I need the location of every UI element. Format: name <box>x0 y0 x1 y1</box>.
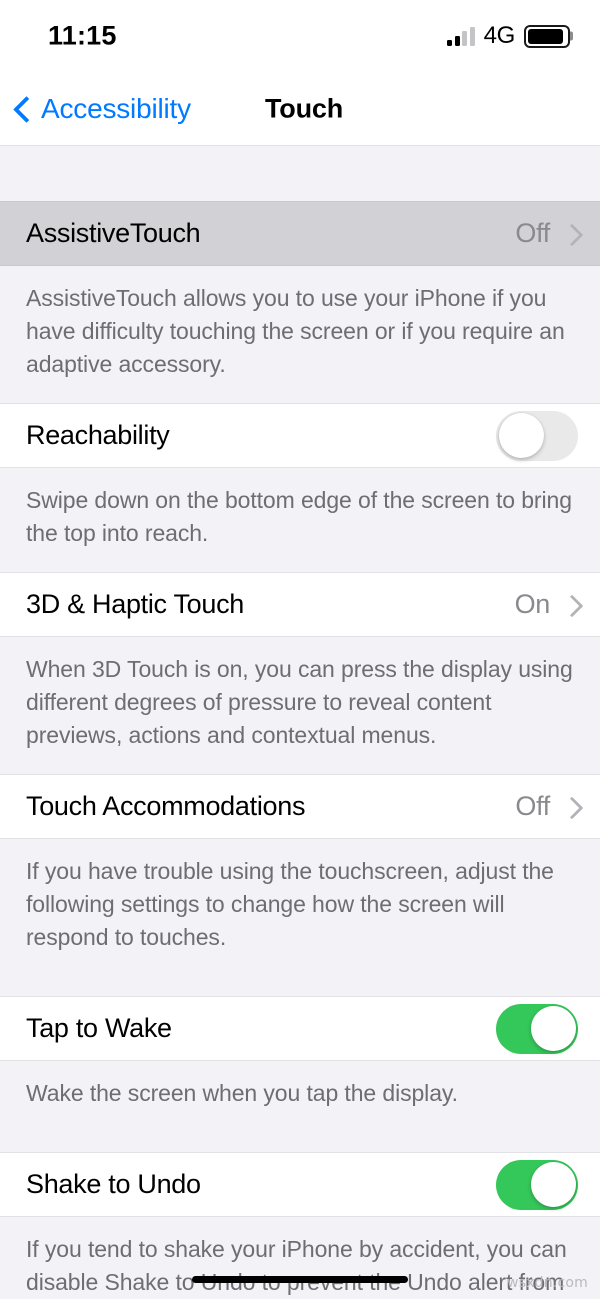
toggle-knob <box>530 1162 576 1207</box>
row-value: Off <box>515 218 550 248</box>
back-button[interactable]: Accessibility <box>14 93 191 125</box>
row-value: On <box>514 589 551 619</box>
status-bar: 11:15 4G <box>0 0 600 72</box>
setting-row-tap-to-wake[interactable]: Tap to Wake <box>0 996 600 1061</box>
row-title: AssistiveTouch <box>26 218 201 248</box>
tap-to-wake-toggle[interactable] <box>496 1003 578 1054</box>
reachability-toggle[interactable] <box>496 410 578 461</box>
footer-3d-haptic-touch: When 3D Touch is on, you can press the d… <box>0 637 600 774</box>
footer-reachability: Swipe down on the bottom edge of the scr… <box>0 468 600 572</box>
settings-list: AssistiveTouch Off AssistiveTouch allows… <box>0 146 600 1299</box>
navigation-bar: Accessibility Touch <box>0 72 600 146</box>
status-bar-indicators: 4G <box>447 22 573 50</box>
setting-row-shake-to-undo[interactable]: Shake to Undo <box>0 1152 600 1217</box>
chevron-right-icon <box>564 594 578 616</box>
watermark: wsxdn.com <box>507 1275 588 1291</box>
chevron-left-icon <box>14 94 32 124</box>
row-value: Off <box>515 791 550 821</box>
setting-row-reachability[interactable]: Reachability <box>0 403 600 468</box>
setting-row-touch-accommodations[interactable]: Touch Accommodations Off <box>0 774 600 839</box>
row-title: Touch Accommodations <box>26 791 306 821</box>
back-button-label: Accessibility <box>41 92 191 124</box>
battery-icon <box>524 24 573 48</box>
footer-assistivetouch: AssistiveTouch allows you to use your iP… <box>0 266 600 403</box>
row-title: Reachability <box>26 420 170 450</box>
chevron-right-icon <box>564 796 578 818</box>
signal-bars-icon <box>447 26 475 46</box>
row-title: Shake to Undo <box>26 1169 201 1199</box>
home-indicator[interactable] <box>192 1276 408 1283</box>
row-title: Tap to Wake <box>26 1013 172 1043</box>
shake-to-undo-toggle[interactable] <box>496 1159 578 1210</box>
toggle-knob <box>498 413 544 458</box>
footer-touch-accommodations: If you have trouble using the touchscree… <box>0 839 600 996</box>
list-top-spacer <box>0 146 600 201</box>
footer-tap-to-wake: Wake the screen when you tap the display… <box>0 1061 600 1152</box>
chevron-right-icon <box>564 223 578 245</box>
setting-row-assistivetouch[interactable]: AssistiveTouch Off <box>0 201 600 266</box>
iphone-settings-screen: 11:15 4G Accessibility Touch AssistiveTo… <box>0 0 600 1299</box>
page-title: Touch <box>265 93 343 123</box>
toggle-knob <box>530 1006 576 1051</box>
setting-row-3d-haptic-touch[interactable]: 3D & Haptic Touch On <box>0 572 600 637</box>
battery-fill <box>528 28 563 44</box>
status-bar-time: 11:15 <box>48 20 117 51</box>
battery-cap <box>570 31 573 41</box>
network-type-label: 4G <box>483 22 516 49</box>
row-title: 3D & Haptic Touch <box>26 589 245 619</box>
